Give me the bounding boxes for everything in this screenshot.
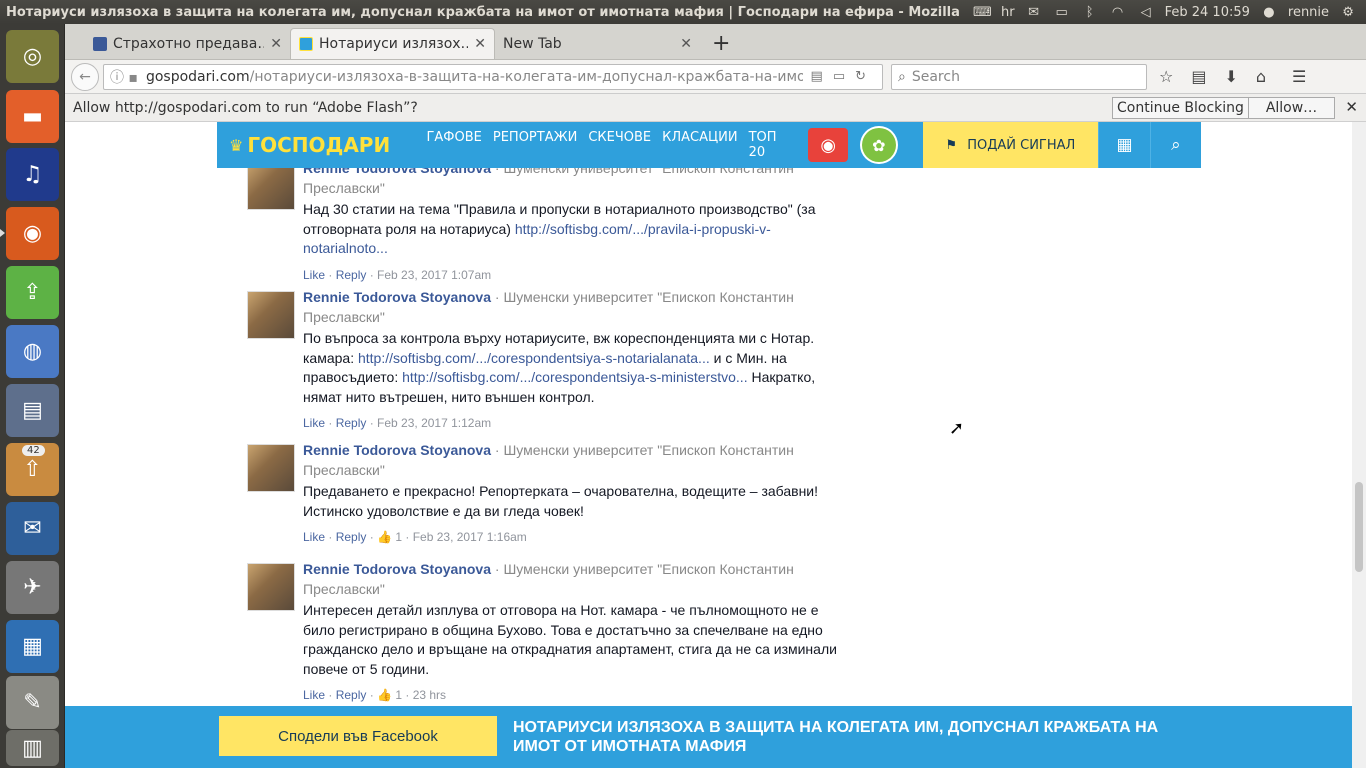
comment-text: Над 30 статии на тема "Правила и пропуск… [303, 200, 843, 259]
ubuntu-dash-icon[interactable]: ◎ [6, 30, 59, 83]
chromium-icon[interactable]: ◍ [6, 325, 59, 378]
site-logo[interactable]: ♛ ГОСПОДАРИ [217, 122, 426, 168]
site-menu: ГАФОВЕ РЕПОРТАЖИ СКЕЧОВЕ КЛАСАЦИИ ТОП 20 [426, 130, 792, 160]
site-header: ♛ ГОСПОДАРИ ГАФОВЕ РЕПОРТАЖИ СКЕЧОВЕ КЛА… [217, 122, 1201, 168]
trash-icon[interactable]: ▥ [6, 730, 59, 766]
window-title: Нотариуси излязоха в защита на колегата … [6, 4, 965, 20]
comment-link[interactable]: http://softisbg.com/.../corespondentsiya… [358, 350, 710, 366]
likes-count[interactable]: 1 [395, 688, 402, 702]
thumbs-up-icon: 👍 [377, 688, 392, 702]
comment-link[interactable]: http://softisbg.com/.../corespondentsiya… [402, 369, 747, 385]
crown-icon: ♛ [229, 135, 244, 155]
share-facebook-button[interactable]: Сподели във Facebook [219, 716, 497, 756]
text-editor-icon[interactable]: ✎ [6, 676, 59, 729]
thunderbird-icon[interactable]: ✉ [6, 502, 59, 555]
menu-item-gafove[interactable]: ГАФОВЕ [426, 130, 481, 160]
menu-item-top20[interactable]: ТОП 20 [749, 130, 793, 160]
mail-icon[interactable]: ✉ [1025, 5, 1043, 20]
reply-link[interactable]: Reply [336, 416, 367, 430]
like-link[interactable]: Like [303, 530, 325, 544]
firefox-icon[interactable]: ◉ [0, 207, 59, 260]
comment-text: Интересен детайл изплува от отговора на … [303, 602, 837, 677]
share-bar: Сподели във Facebook НОТАРИУСИ ИЗЛЯЗОХА … [65, 706, 1352, 768]
launcher-badge: 42 [22, 445, 45, 456]
software-updater-icon[interactable]: ⇪ [6, 266, 59, 319]
avatar[interactable] [247, 563, 295, 611]
submit-signal-button[interactable]: ⚑ ПОДАЙ СИГНАЛ [922, 122, 1099, 168]
clock[interactable]: Feb 24 10:59 [1165, 5, 1250, 20]
page-scrollbar[interactable] [1352, 122, 1366, 768]
volume-icon[interactable]: ◁ [1137, 5, 1155, 20]
pdf-viewer-icon[interactable]: ▤ [6, 384, 59, 437]
calendar-icon[interactable]: ▦ [1098, 122, 1149, 168]
files-icon[interactable]: ▬ [6, 90, 59, 143]
comment-time[interactable]: Feb 23, 2017 1:16am [413, 530, 527, 544]
reply-link[interactable]: Reply [336, 530, 367, 544]
top-panel: Нотариуси излязоха в защита на колегата … [0, 0, 1366, 24]
comment-author[interactable]: Rennie Todorova Stoyanova [303, 561, 491, 577]
audacity-icon[interactable]: ♫ [6, 148, 59, 201]
comment-meta: Like · Reply · Feb 23, 2017 1:07am [303, 267, 492, 282]
page-viewport: Rennie Todorova Stoyanova · Шуменски уни… [65, 122, 1352, 768]
avatar[interactable] [247, 291, 295, 339]
likes-count[interactable]: 1 [395, 530, 402, 544]
menu-item-skechove[interactable]: СКЕЧОВЕ [588, 130, 651, 160]
signal-label: ПОДАЙ СИГНАЛ [967, 137, 1076, 153]
keyboard-layout[interactable]: hr [1001, 5, 1015, 20]
comment-author[interactable]: Rennie Todorova Stoyanova [303, 442, 491, 458]
user-icon[interactable]: ● [1260, 5, 1278, 20]
comment-author-line: Rennie Todorova Stoyanova · Шуменски уни… [303, 440, 843, 480]
inkscape-icon[interactable]: ✈ [6, 561, 59, 614]
menu-item-klasacii[interactable]: КЛАСАЦИИ [662, 130, 737, 160]
reply-link[interactable]: Reply [336, 268, 367, 282]
avatar[interactable] [247, 444, 295, 492]
comment-meta: Like · Reply · 👍 1 · 23 hrs [303, 688, 447, 702]
gear-icon[interactable]: ⚙ [1339, 5, 1357, 20]
thumbs-up-icon: 👍 [377, 530, 392, 544]
comment-time[interactable]: 23 hrs [413, 688, 446, 702]
comment-author[interactable]: Rennie Todorova Stoyanova [303, 289, 491, 305]
scrollbar-thumb[interactable] [1355, 482, 1363, 572]
flag-icon: ⚑ [945, 137, 958, 153]
reply-link[interactable]: Reply [336, 688, 367, 702]
launcher: ◎ ▬ ♫ ◉ ⇪ ◍ ▤ 42 ⇧ ✉ ✈ ▦ ✎ ▥ [0, 24, 65, 768]
avatar[interactable] [247, 162, 295, 210]
mouse-cursor-icon: ➚ [949, 418, 965, 439]
comment-text: Предаването е прекрасно! Репортерката – … [303, 483, 819, 519]
camera-icon[interactable]: ◉ [808, 128, 848, 162]
comment-text: По въпроса за контрола върху нотариусите… [303, 329, 843, 407]
like-link[interactable]: Like [303, 268, 325, 282]
archive-manager-icon[interactable]: 42 ⇧ [6, 443, 59, 496]
bluetooth-icon[interactable]: ᛒ [1081, 5, 1099, 20]
battery-icon[interactable]: ▭ [1053, 5, 1071, 20]
libreoffice-writer-icon[interactable]: ▦ [6, 620, 59, 673]
logo-text: ГОСПОДАРИ [247, 133, 391, 157]
user-name[interactable]: rennie [1288, 5, 1329, 20]
comment-author-line: Rennie Todorova Stoyanova · Шуменски уни… [303, 559, 843, 599]
comment-meta: Like · Reply · 👍 1 · Feb 23, 2017 1:16am [303, 530, 527, 544]
menu-item-reportazhi[interactable]: РЕПОРТАЖИ [493, 130, 577, 160]
comment-meta: Like · Reply · Feb 23, 2017 1:12am [303, 416, 492, 430]
paw-icon[interactable]: ✿ [859, 126, 898, 164]
wifi-icon[interactable]: ◠ [1109, 5, 1127, 20]
like-link[interactable]: Like [303, 416, 325, 430]
system-tray: ⌨ hr ✉ ▭ ᛒ ◠ ◁ Feb 24 10:59 ● rennie ⚙ [973, 5, 1357, 21]
comment-time[interactable]: Feb 23, 2017 1:07am [377, 268, 491, 282]
keyboard-icon[interactable]: ⌨ [973, 5, 992, 20]
comment-author-line: Rennie Todorova Stoyanova · Шуменски уни… [303, 287, 843, 327]
like-link[interactable]: Like [303, 688, 325, 702]
search-icon[interactable]: ⌕ [1149, 122, 1201, 168]
article-title: НОТАРИУСИ ИЗЛЯЗОХА В ЗАЩИТА НА КОЛЕГАТА … [513, 719, 1159, 755]
comment-time[interactable]: Feb 23, 2017 1:12am [377, 416, 491, 430]
